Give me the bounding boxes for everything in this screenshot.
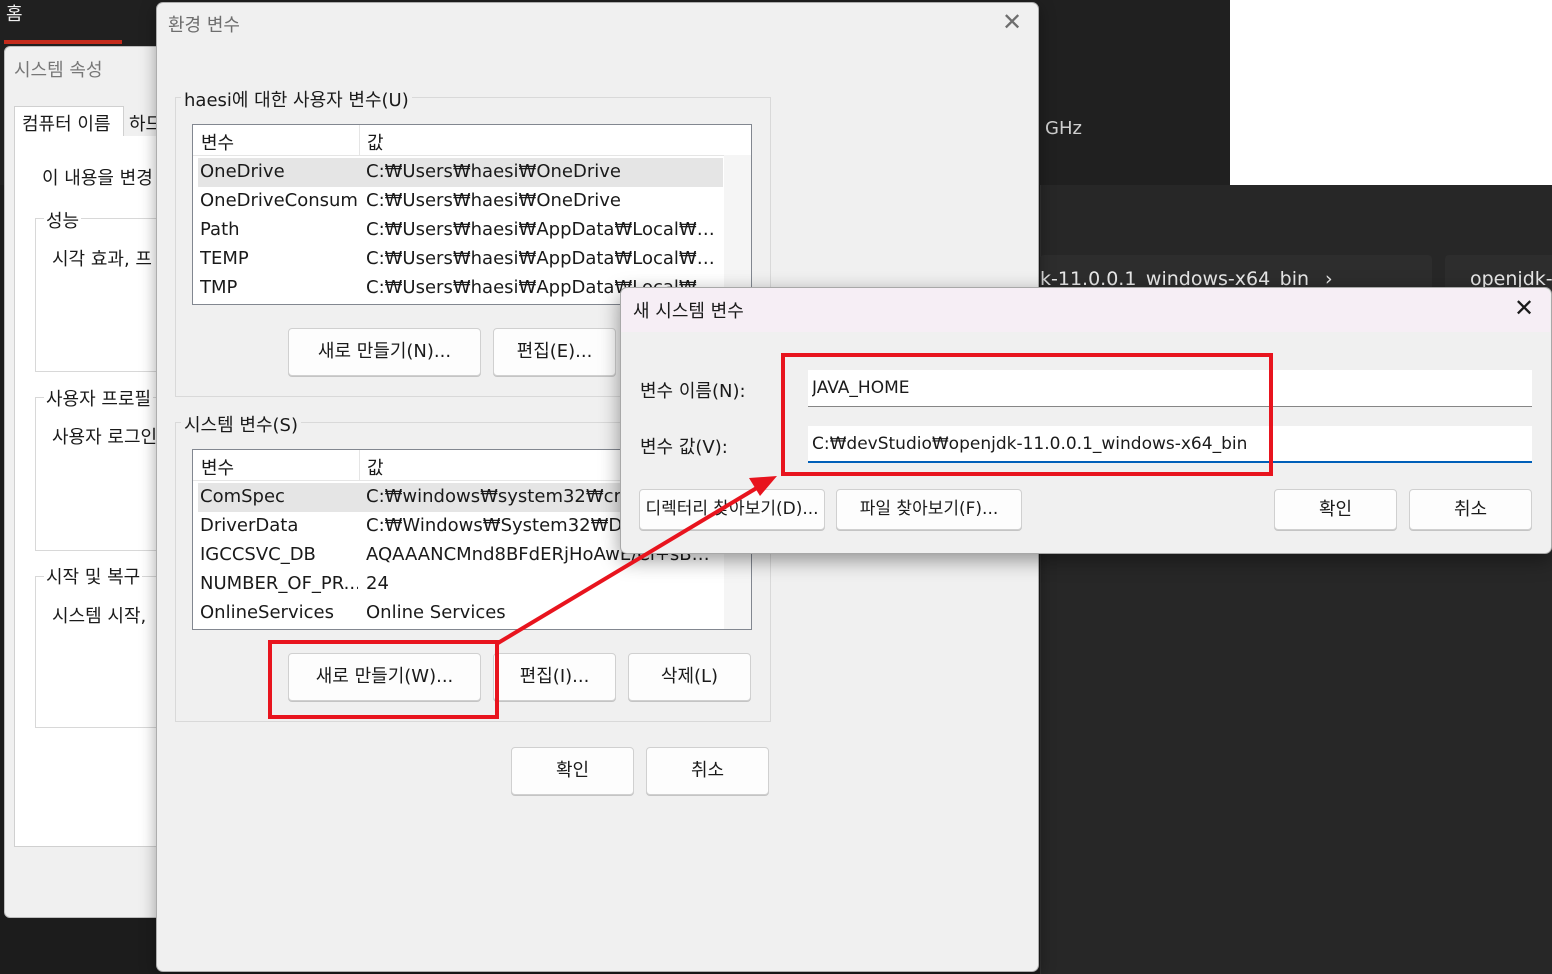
startup-recovery-group-text: 시스템 시작, <box>52 606 147 627</box>
user-new-button[interactable]: 새로 만들기(N)... <box>288 328 481 376</box>
user-profile-group-title: 사용자 프로필 <box>44 385 154 411</box>
vertical-scrollbar[interactable] <box>724 155 751 304</box>
variable-name: OneDrive <box>200 161 285 182</box>
active-tab-indicator <box>4 40 122 44</box>
dialog-title: 새 시스템 변수 <box>633 301 744 322</box>
dialog-titlebar <box>621 288 1550 332</box>
cpu-speed-unit: GHz <box>1045 118 1082 139</box>
column-header-value[interactable]: 값 <box>367 129 384 155</box>
performance-group-title: 성능 <box>44 207 82 233</box>
table-row[interactable]: NUMBER_OF_PR... 24 <box>198 570 723 599</box>
browse-directory-button[interactable]: 디렉터리 찾아보기(D)... <box>639 489 825 530</box>
variable-value: C:₩Users₩haesi₩OneDrive <box>366 161 621 182</box>
variable-name: ComSpec <box>200 486 285 507</box>
performance-group <box>35 218 176 372</box>
user-variables-legend: haesi에 대한 사용자 변수(U) <box>181 86 412 112</box>
variable-value: C:₩Users₩haesi₩OneDrive <box>366 190 621 211</box>
highlight-new-button-annotation <box>268 640 499 719</box>
user-profile-group-text: 사용자 로그인 <box>52 427 158 448</box>
column-divider[interactable] <box>359 125 360 155</box>
variable-name: TMP <box>200 277 238 298</box>
variable-name: Path <box>200 219 240 240</box>
column-header-name[interactable]: 변수 <box>201 129 234 155</box>
system-properties-intro: 이 내용을 변경 <box>42 168 153 189</box>
column-header-name[interactable]: 변수 <box>201 454 234 480</box>
variable-name: OneDriveConsumer <box>200 190 358 211</box>
variable-name: IGCCSVC_DB <box>200 544 316 565</box>
close-icon[interactable]: ✕ <box>1002 8 1022 36</box>
environment-variables-title: 환경 변수 <box>168 15 240 36</box>
variable-value: C:₩Users₩haesi₩AppData₩Local₩Temp <box>366 248 721 269</box>
close-icon[interactable]: ✕ <box>1514 294 1534 322</box>
env-cancel-button[interactable]: 취소 <box>646 747 769 795</box>
table-row[interactable]: OneDrive C:₩Users₩haesi₩OneDrive <box>198 158 723 187</box>
variable-value: Online Services <box>366 602 506 623</box>
home-nav-label[interactable]: 홈 <box>6 0 23 26</box>
dialog-ok-button[interactable]: 확인 <box>1274 489 1397 530</box>
system-variables-legend: 시스템 변수(S) <box>181 411 301 437</box>
list-header: 변수 값 <box>193 125 751 156</box>
user-edit-button[interactable]: 편집(E)... <box>493 328 616 376</box>
env-ok-button[interactable]: 확인 <box>511 747 634 795</box>
startup-recovery-group-title: 시작 및 복구 <box>44 563 143 589</box>
system-delete-button[interactable]: 삭제(L) <box>628 653 751 701</box>
variable-name: OnlineServices <box>200 602 334 623</box>
highlight-fields-annotation <box>781 353 1273 476</box>
variable-name-label: 변수 이름(N): <box>640 381 746 402</box>
column-divider[interactable] <box>359 450 360 480</box>
table-row[interactable]: TEMP C:₩Users₩haesi₩AppData₩Local₩Temp <box>198 245 723 274</box>
variable-value: C:₩Users₩haesi₩AppData₩Local₩Micros... <box>366 219 721 240</box>
dialog-cancel-button[interactable]: 취소 <box>1409 489 1532 530</box>
column-header-value[interactable]: 값 <box>367 454 384 480</box>
variable-value: 24 <box>366 573 389 594</box>
performance-group-text: 시각 효과, 프 <box>52 249 152 270</box>
user-profile-group <box>35 397 176 551</box>
variable-name: TEMP <box>200 248 249 269</box>
browse-file-button[interactable]: 파일 찾아보기(F)... <box>836 489 1022 530</box>
variable-value-label: 변수 값(V): <box>640 437 728 458</box>
tab-computer-name-label[interactable]: 컴퓨터 이름 <box>22 110 111 136</box>
table-row[interactable]: Path C:₩Users₩haesi₩AppData₩Local₩Micros… <box>198 216 723 245</box>
user-variables-list[interactable]: 변수 값 OneDrive C:₩Users₩haesi₩OneDrive On… <box>192 124 752 305</box>
variable-name: NUMBER_OF_PR... <box>200 573 358 594</box>
system-edit-button[interactable]: 편집(I)... <box>493 653 616 701</box>
background-white-area <box>1230 0 1552 185</box>
table-row[interactable]: OnlineServices Online Services <box>198 599 723 628</box>
startup-recovery-group <box>35 576 176 728</box>
table-row[interactable]: OneDriveConsumer C:₩Users₩haesi₩OneDrive <box>198 187 723 216</box>
system-properties-title: 시스템 속성 <box>14 60 103 81</box>
variable-name: DriverData <box>200 515 299 536</box>
